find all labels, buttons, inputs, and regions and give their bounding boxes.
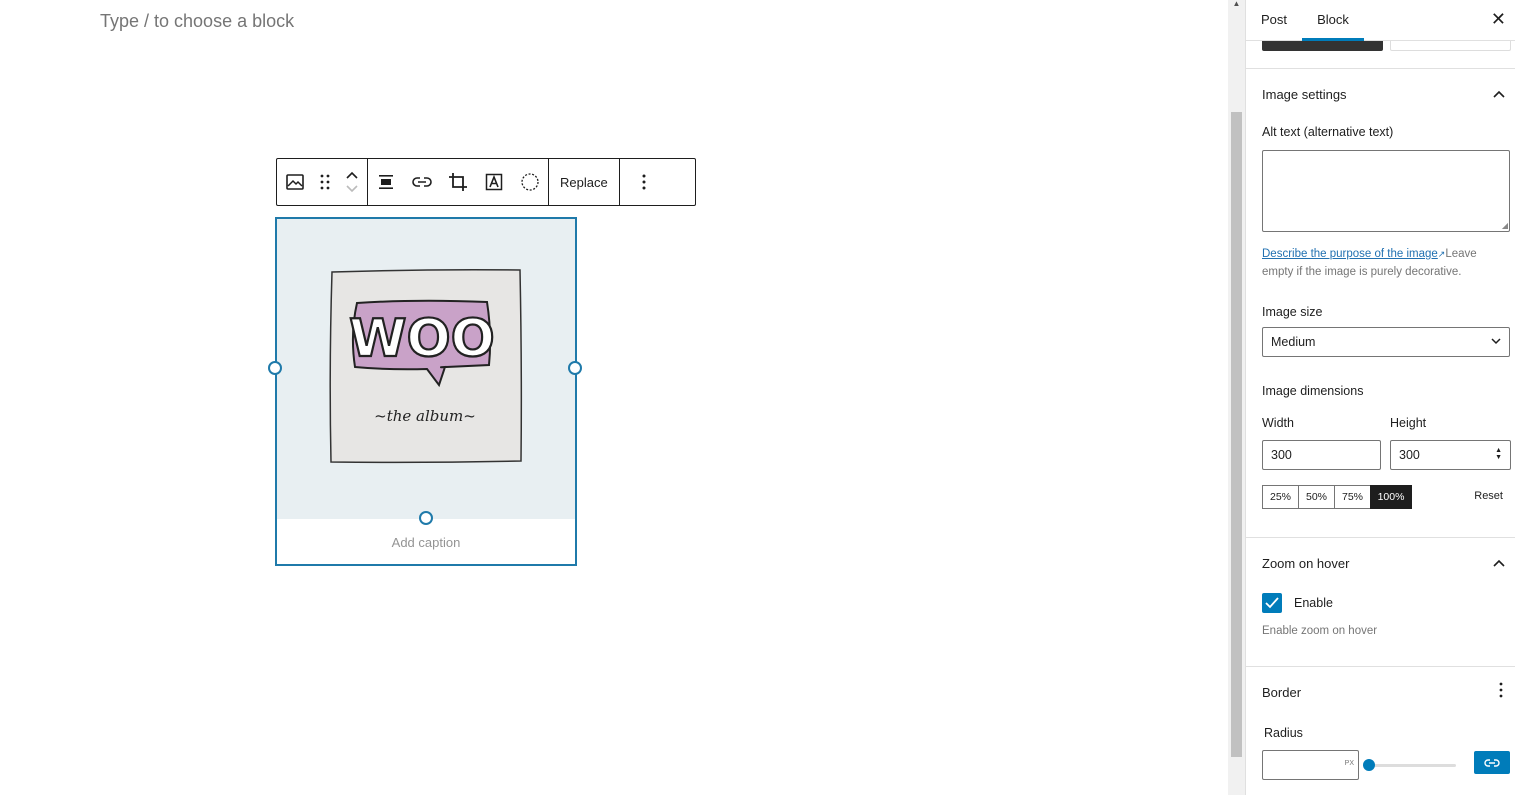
block-mover: [337, 159, 367, 205]
unit-label[interactable]: PX: [1345, 760, 1354, 767]
block-placeholder[interactable]: Type / to choose a block: [100, 11, 294, 32]
zoom-help: Enable zoom on hover: [1262, 625, 1378, 637]
divider: [1246, 537, 1515, 538]
crop-icon[interactable]: [440, 159, 476, 205]
height-label: Height: [1390, 416, 1427, 430]
percent-buttons: 25% 50% 75% 100%: [1262, 485, 1412, 509]
scrollbar-thumb[interactable]: [1231, 112, 1242, 757]
image-size-value: Medium: [1271, 335, 1316, 349]
spinner-icon[interactable]: ▲ ▼: [1495, 447, 1502, 461]
width-value: 300: [1271, 448, 1292, 462]
album-tagline: ~the album~: [374, 407, 476, 425]
radius-slider-track[interactable]: [1368, 764, 1456, 767]
duotone-icon[interactable]: [512, 159, 548, 205]
height-input[interactable]: 300 ▲ ▼: [1390, 440, 1511, 470]
border-title: Border: [1262, 685, 1302, 700]
zoom-enable-label[interactable]: Enable: [1294, 596, 1333, 610]
logo-word: WOO: [349, 309, 495, 369]
image-size-select[interactable]: Medium: [1262, 327, 1510, 357]
replace-group: Replace: [549, 159, 620, 205]
zoom-title[interactable]: Zoom on hover: [1262, 556, 1349, 571]
image-dimensions-label: Image dimensions: [1262, 384, 1364, 398]
width-input[interactable]: 300: [1262, 440, 1381, 470]
width-label: Width: [1262, 416, 1294, 430]
block-toolbar: Replace: [276, 158, 696, 206]
close-icon[interactable]: ✕: [1491, 8, 1506, 30]
radius-label: Radius: [1264, 726, 1303, 740]
move-up-icon[interactable]: [345, 168, 359, 182]
tab-post[interactable]: Post: [1261, 0, 1287, 41]
more-vertical-icon[interactable]: [1499, 682, 1503, 703]
divider: [1246, 666, 1515, 667]
divider: [1246, 68, 1515, 69]
more-options-icon[interactable]: [620, 159, 668, 205]
radius-slider-thumb[interactable]: [1363, 759, 1375, 771]
percent-75-button[interactable]: 75%: [1334, 485, 1370, 509]
sidebar-tabs: Post Block ✕: [1246, 0, 1515, 41]
album-image[interactable]: WOO ~the album~: [277, 219, 575, 519]
height-value: 300: [1399, 448, 1420, 462]
caption-input[interactable]: Add caption: [277, 535, 575, 550]
percent-50-button[interactable]: 50%: [1298, 485, 1334, 509]
alt-text-field[interactable]: ◢: [1262, 150, 1510, 232]
link-radius-button[interactable]: [1474, 751, 1510, 774]
resize-handle-bottom[interactable]: [419, 511, 433, 525]
tab-block[interactable]: Block: [1302, 0, 1364, 41]
link-icon[interactable]: [404, 159, 440, 205]
alt-text-help: Describe the purpose of the image↗Leave …: [1262, 245, 1502, 281]
move-down-icon[interactable]: [345, 182, 359, 196]
resize-grip-icon[interactable]: ◢: [1502, 222, 1508, 230]
replace-button[interactable]: Replace: [549, 159, 619, 205]
style-option-rounded[interactable]: [1390, 41, 1511, 51]
radius-input[interactable]: PX: [1262, 750, 1359, 780]
alt-help-link[interactable]: Describe the purpose of the image: [1262, 248, 1438, 260]
text-overlay-icon[interactable]: [476, 159, 512, 205]
image-size-label: Image size: [1262, 305, 1323, 319]
image-icon[interactable]: [277, 159, 313, 205]
link-icon: [1484, 758, 1500, 767]
percent-25-button[interactable]: 25%: [1262, 485, 1298, 509]
chevron-up-icon[interactable]: [1493, 85, 1505, 101]
image-block[interactable]: WOO ~the album~ Add caption: [268, 217, 582, 566]
percent-100-button[interactable]: 100%: [1370, 485, 1412, 509]
resize-handle-left[interactable]: [268, 361, 282, 375]
alt-text-label: Alt text (alternative text): [1262, 125, 1394, 139]
chevron-down-icon: [1491, 328, 1501, 356]
scroll-up-icon[interactable]: ▲: [1231, 0, 1242, 8]
chevron-up-icon[interactable]: [1493, 554, 1505, 570]
block-switcher-group: [277, 159, 368, 205]
drag-handle-icon[interactable]: [313, 159, 337, 205]
style-option-default[interactable]: [1262, 41, 1383, 51]
align-icon[interactable]: [368, 159, 404, 205]
block-controls-group: [368, 159, 549, 205]
reset-button[interactable]: Reset: [1474, 490, 1503, 502]
settings-sidebar: Post Block ✕ Image settings Alt text (al…: [1245, 0, 1515, 795]
options-group: [620, 159, 668, 205]
resize-handle-right[interactable]: [568, 361, 582, 375]
image-settings-title[interactable]: Image settings: [1262, 87, 1347, 102]
zoom-enable-checkbox[interactable]: [1262, 593, 1282, 613]
editor-canvas: Type / to choose a block Replace WOO ~th…: [0, 0, 1228, 795]
